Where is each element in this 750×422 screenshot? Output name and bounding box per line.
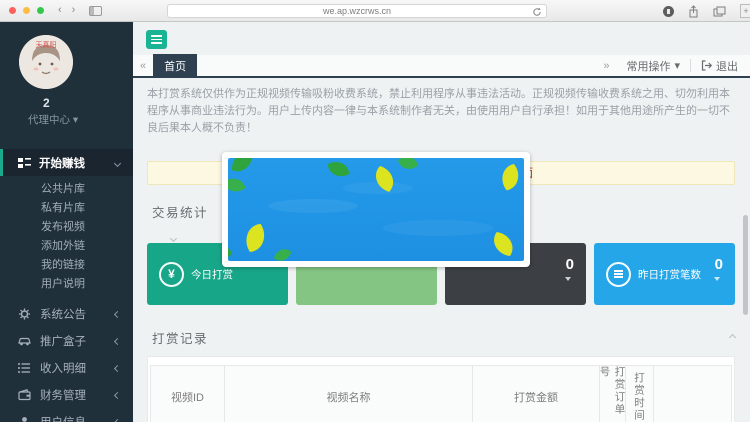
role-dropdown[interactable]: 代理中心 ▾ (28, 112, 133, 127)
hamburger-menu-button[interactable] (146, 30, 167, 49)
gear-icon (18, 308, 31, 320)
logout-icon (701, 60, 712, 71)
chevron-left-icon (114, 391, 121, 398)
collapse-up-icon[interactable] (729, 334, 736, 341)
screen: ‹ › we.ap.wzcrws.cn + (0, 0, 750, 422)
zoom-button[interactable] (37, 7, 44, 14)
chevron-left-icon (114, 418, 121, 422)
window-controls (9, 7, 44, 14)
avatar[interactable]: 天真阳 (19, 35, 73, 89)
sidebar-item-add-external-link[interactable]: 添加外链 (0, 237, 133, 256)
sidebar-item-public-library[interactable]: 公共片库 (0, 180, 133, 199)
list-circle-icon (606, 262, 631, 287)
downloads-icon[interactable] (663, 6, 674, 17)
disclaimer-text: 本打赏系统仅供作为正规视频传输吸粉收费系统，禁止利用程序从事违法活动。正规视频传… (147, 86, 735, 137)
tab-scroll-right-button[interactable]: » (596, 60, 616, 72)
reload-icon[interactable] (532, 7, 542, 17)
user-icon (18, 416, 31, 422)
chevron-left-icon (114, 364, 121, 371)
tab-bar: « 首页 » 常用操作▾ 退出 (133, 55, 750, 78)
user-id: 2 (43, 96, 133, 110)
col-amount: 打赏金额 (473, 366, 600, 422)
url-text: we.ap.wzcrws.cn (323, 6, 391, 16)
sidebar-item-system-announcements[interactable]: 系统公告 (0, 300, 133, 327)
chevron-left-icon (114, 337, 121, 344)
new-tab-button[interactable]: + (740, 4, 750, 18)
sidebar-item-start-earning[interactable]: 开始赚钱 (0, 149, 133, 176)
sidebar-item-user-guide[interactable]: 用户说明 (0, 275, 133, 294)
list-icon (18, 362, 31, 374)
share-icon[interactable] (688, 5, 699, 18)
wallet-icon (18, 389, 31, 401)
sidebar-item-finance[interactable]: 财务管理 (0, 381, 133, 408)
back-button[interactable]: ‹ (58, 5, 62, 16)
user-profile: 天真阳 2 代理中心 ▾ (0, 22, 133, 127)
sidebar: 天真阳 2 代理中心 ▾ 开始赚钱 公共片库 私有片库 发布视频 添加外链 我的… (0, 22, 133, 422)
address-bar[interactable]: we.ap.wzcrws.cn (167, 4, 547, 18)
sidebar-item-user-info[interactable]: 用户信息 (0, 408, 133, 422)
logout-button[interactable]: 退出 (691, 58, 750, 74)
tabs-overview-icon[interactable] (713, 6, 726, 17)
col-order-no: 打赏订单号 (600, 366, 626, 422)
table-header-row: 视频ID 视频名称 打赏金额 打赏订单号 打赏时间 (150, 365, 732, 422)
col-video-name: 视频名称 (225, 366, 473, 422)
browser-chrome: ‹ › we.ap.wzcrws.cn + (0, 0, 750, 22)
caret-down-icon (714, 277, 720, 281)
car-icon (18, 335, 31, 347)
caret-down-icon: ▾ (674, 59, 680, 72)
minimize-button[interactable] (23, 7, 30, 14)
tab-home[interactable]: 首页 (153, 54, 197, 77)
menu-grid-icon (18, 157, 31, 169)
sidebar-item-income-details[interactable]: 收入明细 (0, 354, 133, 381)
yen-circle-icon: ¥ (159, 262, 184, 287)
quick-actions-dropdown[interactable]: 常用操作▾ (616, 58, 690, 74)
sidebar-item-private-library[interactable]: 私有片库 (0, 199, 133, 218)
sidebar-item-publish-video[interactable]: 发布视频 (0, 218, 133, 237)
sidebar-item-my-links[interactable]: 我的链接 (0, 256, 133, 275)
records-table: 视频ID 视频名称 打赏金额 打赏订单号 打赏时间 (147, 356, 735, 422)
close-button[interactable] (9, 7, 16, 14)
forward-button[interactable]: › (72, 5, 76, 16)
page-scrollbar-thumb[interactable] (743, 215, 748, 315)
chevron-left-icon (114, 310, 121, 317)
card-yesterday-count: 昨日打赏笔数 0 (594, 243, 735, 305)
collapse-chevron-icon[interactable] (171, 228, 179, 233)
promo-image (228, 158, 524, 261)
tab-scroll-left-button[interactable]: « (133, 60, 153, 72)
records-section-title: 打赏记录 (152, 328, 730, 347)
promo-image-overlay (222, 152, 530, 267)
sidebar-toggle-icon[interactable] (89, 6, 102, 16)
sidebar-item-promotion-box[interactable]: 推广盒子 (0, 327, 133, 354)
col-empty (654, 366, 731, 422)
col-time: 打赏时间 (626, 366, 654, 422)
caret-down-icon (565, 277, 571, 281)
chevron-down-icon (114, 159, 121, 166)
col-video-id: 视频ID (151, 366, 225, 422)
leaves-decoration (228, 158, 524, 261)
sidebar-item-label: 开始赚钱 (39, 155, 85, 171)
avatar-watermark: 天真阳 (19, 40, 73, 50)
